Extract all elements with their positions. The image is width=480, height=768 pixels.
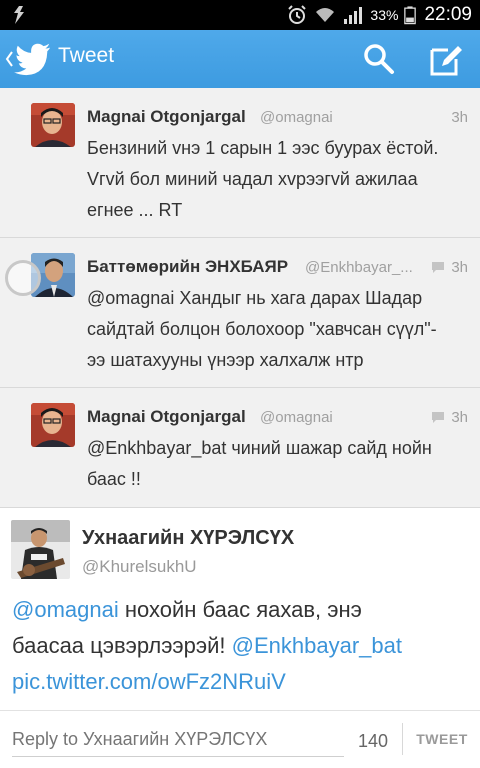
- tweet-time: 3h: [451, 409, 468, 426]
- tweet-author-name[interactable]: Magnai Otgonjargal: [87, 407, 246, 427]
- mention-link[interactable]: @Enkhbayar_bat: [232, 633, 402, 658]
- divider: [402, 723, 403, 755]
- reply-icon: [432, 412, 444, 423]
- twitter-bird-icon[interactable]: [14, 42, 52, 76]
- tweet-author-handle: @omagnai: [260, 409, 333, 426]
- tweet-button[interactable]: TWEET: [412, 731, 472, 747]
- tweet-row[interactable]: Баттөмөрийн ЭНХБАЯР @Enkhbayar_... 3h @o…: [0, 238, 480, 388]
- tweet-author-name[interactable]: Ухнаагийн ХҮРЭЛСҮХ: [82, 527, 294, 550]
- focused-tweet: Ухнаагийн ХҮРЭЛСҮХ @KhurelsukhU @omagnai…: [0, 508, 480, 718]
- tweet-author-name[interactable]: Magnai Otgonjargal: [87, 107, 246, 127]
- tweet-text: Бензиний vнэ 1 сарын 1 ээс буурах ёстой.…: [87, 133, 467, 226]
- action-bar: Tweet: [0, 30, 480, 88]
- tweet-time: 3h: [451, 259, 468, 276]
- tweet-text-line: @Enkhbayar_bat чиний шажар сайд нойн: [87, 438, 432, 458]
- tweet-row[interactable]: Magnai Otgonjargal @omagnai 3h Бензиний …: [0, 88, 480, 238]
- tweet-time: 3h: [451, 109, 468, 126]
- reply-bar: 140 TWEET: [0, 710, 480, 768]
- clock: 22:09: [424, 4, 472, 25]
- char-count: 140: [358, 731, 389, 751]
- tweet-text-segment: нохойн баас яахав, энэ: [118, 597, 362, 622]
- tweet-text-line: ээ шатахууны үнээр халхалж нтр: [87, 350, 364, 370]
- search-icon[interactable]: [362, 42, 396, 76]
- avatar[interactable]: [31, 403, 75, 447]
- tweet-text: @Enkhbayar_bat чиний шажар сайд нойн баа…: [87, 433, 467, 495]
- tweet-text-line: Vгvй бол миний чадал хvрээгvй ажилаа: [87, 169, 418, 189]
- fast-scroll-handle[interactable]: [5, 260, 41, 296]
- page-title: Tweet: [58, 44, 115, 67]
- compose-icon[interactable]: [428, 42, 464, 76]
- tweet-text-line: @omagnai Хандыг нь хага дарах Шадар: [87, 288, 423, 308]
- tweet-author-handle: @omagnai: [260, 109, 333, 126]
- tweet-row[interactable]: Magnai Otgonjargal @omagnai 3h @Enkhbaya…: [0, 388, 480, 508]
- media-link[interactable]: pic.twitter.com/owFz2NRuiV: [12, 669, 286, 694]
- tweet-text-line: сайдтай болцон болохоор "хавчсан сүүл"-: [87, 319, 437, 339]
- tweet-text-line: баас !!: [87, 469, 141, 489]
- tweet-text: @omagnai Хандыг нь хага дарах Шадар сайд…: [87, 283, 467, 376]
- mention-link[interactable]: @omagnai: [12, 597, 119, 622]
- tweet-text-line: егнее ... RT: [87, 200, 183, 220]
- status-bar: 33% 22:09: [0, 0, 480, 30]
- signal-icon: [344, 7, 363, 24]
- tweet-text-line: Бензиний vнэ 1 сарын 1 ээс буурах ёстой.: [87, 138, 439, 158]
- tweet-text: @omagnai нохойн баас яахав, энэ баасаа ц…: [12, 592, 472, 700]
- avatar[interactable]: [31, 103, 75, 147]
- back-chevron-icon[interactable]: [4, 48, 14, 70]
- avatar[interactable]: [11, 520, 70, 579]
- battery-icon: [404, 6, 417, 25]
- usb-debug-icon: [14, 6, 24, 24]
- alarm-icon: [288, 5, 307, 24]
- tweet-author-name[interactable]: Баттөмөрийн ЭНХБАЯР: [87, 257, 288, 277]
- reply-icon: [432, 262, 444, 273]
- tweet-text-segment: баасаа цэвэрлээрэй!: [12, 633, 232, 658]
- reply-input[interactable]: [12, 723, 344, 757]
- battery-percent: 33%: [370, 7, 399, 23]
- tweet-author-handle: @KhurelsukhU: [82, 557, 197, 576]
- tweet-author-handle: @Enkhbayar_...: [305, 259, 413, 276]
- wifi-icon: [316, 8, 335, 22]
- conversation-list[interactable]: Magnai Otgonjargal @omagnai 3h Бензиний …: [0, 88, 480, 508]
